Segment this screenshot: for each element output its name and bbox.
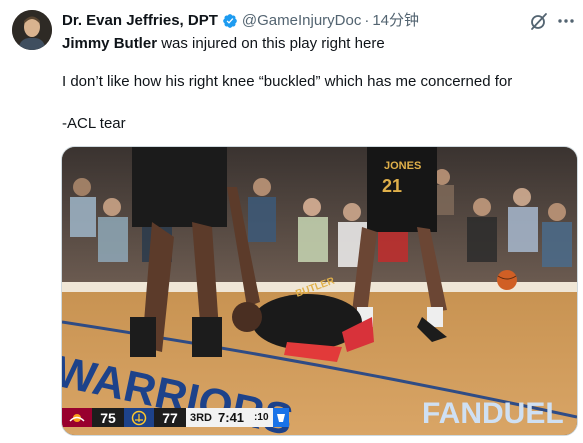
tweet-line-1: Jimmy Butler was injured on this play ri…	[62, 34, 572, 54]
tweet-line-2: I don’t like how his right knee “buckled…	[62, 73, 513, 90]
author-name[interactable]: Dr. Evan Jeffries, DPT	[62, 12, 218, 30]
tweet-media-video[interactable]: WARRIORS FANDUEL JONES 21 BUTLER 75 77 3…	[61, 146, 578, 436]
tweet-text: Jimmy Butler was injured on this play ri…	[62, 34, 572, 132]
tweet-header: Dr. Evan Jeffries, DPT @GameInjuryDoc · …	[62, 12, 419, 30]
grok-icon[interactable]	[529, 11, 549, 31]
away-score: 75	[92, 408, 124, 427]
mentioned-player: Jimmy Butler	[62, 35, 158, 52]
shot-clock: :10	[250, 408, 273, 427]
heat-logo-icon	[62, 408, 92, 427]
game-video-frame: WARRIORS FANDUEL JONES 21 BUTLER	[62, 147, 577, 435]
scorebug: 75 77 3RD 7:41 :10	[62, 408, 362, 427]
jersey-name-top: JONES	[384, 160, 421, 172]
court-text-fanduel: FANDUEL	[422, 397, 564, 430]
separator-dot: ·	[364, 12, 370, 29]
warriors-logo-icon	[124, 408, 154, 427]
author-handle[interactable]: @GameInjuryDoc	[242, 12, 361, 30]
tweet-line-3: -ACL tear	[62, 115, 126, 132]
home-score: 77	[154, 408, 186, 427]
tweet-timestamp[interactable]: 14分钟	[372, 12, 419, 30]
verified-badge-icon	[222, 13, 238, 29]
more-options-icon[interactable]	[556, 11, 576, 31]
jersey-number: 21	[382, 176, 402, 196]
game-clock: 7:41	[216, 408, 251, 427]
author-avatar[interactable]	[12, 10, 52, 50]
avatar-image	[12, 10, 52, 50]
quarter-label: 3RD	[186, 408, 217, 427]
network-logo-icon	[272, 408, 289, 427]
tweet-line-1-rest: was injured on this play right here	[157, 35, 385, 52]
